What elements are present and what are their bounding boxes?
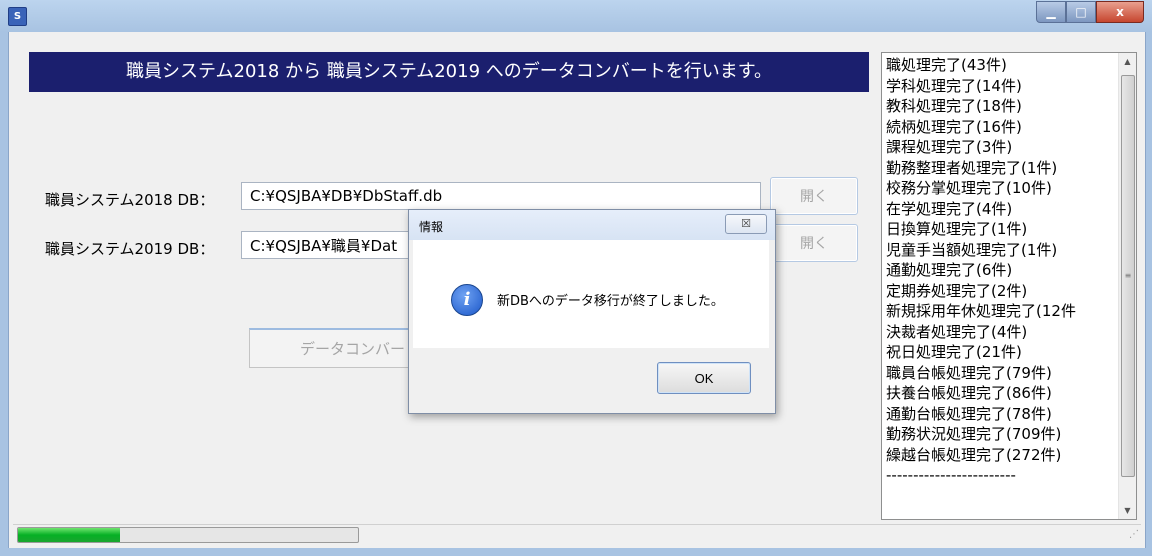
db2018-path-input[interactable] [241, 182, 761, 210]
db2018-label: 職員システム2018 DB： [45, 191, 215, 209]
close-button[interactable]: x [1096, 1, 1144, 23]
minimize-button[interactable]: ▁ [1036, 1, 1066, 23]
log-item[interactable]: 在学処理完了(4件) [886, 199, 1118, 220]
db2019-label: 職員システム2019 DB： [45, 240, 215, 258]
log-item[interactable]: 新規採用年休処理完了(12件 [886, 301, 1118, 322]
progress-fill [18, 528, 120, 542]
log-item[interactable]: 児童手当額処理完了(1件) [886, 240, 1118, 261]
log-item[interactable]: 扶養台帳処理完了(86件) [886, 383, 1118, 404]
scroll-down-icon[interactable]: ▼ [1119, 502, 1136, 519]
log-item[interactable]: 通勤処理完了(6件) [886, 260, 1118, 281]
resize-grip-icon[interactable]: ⋰ [1129, 529, 1139, 540]
info-icon: i [451, 284, 483, 316]
log-listbox[interactable]: 職処理完了(43件) 学科処理完了(14件) 教科処理完了(18件) 続柄処理完了(1… [881, 52, 1137, 520]
dialog-message: 新DBへのデータ移行が終了しました。 [497, 294, 724, 309]
scroll-thumb[interactable]: ≡ [1121, 75, 1135, 477]
dialog-close-button[interactable]: ☒ [725, 214, 767, 234]
log-scrollbar[interactable]: ▲ ≡ ▼ [1118, 53, 1136, 519]
log-list: 職処理完了(43件) 学科処理完了(14件) 教科処理完了(18件) 続柄処理完了(1… [886, 55, 1118, 515]
window-border-left [0, 32, 8, 556]
header-banner: 職員システム2018 から 職員システム2019 へのデータコンバートを行います… [29, 52, 869, 92]
dialog-title-bar[interactable]: 情報 ☒ [409, 210, 775, 240]
log-item[interactable]: 学科処理完了(14件) [886, 76, 1118, 97]
log-item[interactable]: 課程処理完了(3件) [886, 137, 1118, 158]
dialog-title: 情報 [419, 220, 444, 234]
log-item[interactable]: 職処理完了(43件) [886, 55, 1118, 76]
log-item[interactable]: 日換算処理完了(1件) [886, 219, 1118, 240]
log-item[interactable]: 続柄処理完了(16件) [886, 117, 1118, 138]
db2019-open-button[interactable]: 開く [770, 224, 858, 262]
log-item[interactable]: 決裁者処理完了(4件) [886, 322, 1118, 343]
log-item[interactable]: ------------------------ [886, 465, 1118, 486]
db2018-open-button[interactable]: 開く [770, 177, 858, 215]
status-bar: ⋰ [13, 524, 1141, 547]
log-item[interactable]: 定期券処理完了(2件) [886, 281, 1118, 302]
app-icon: S [8, 7, 27, 26]
dialog-ok-button[interactable]: OK [657, 362, 751, 394]
log-item[interactable]: 繰越台帳処理完了(272件) [886, 445, 1118, 466]
window-controls: ▁ □ x [1036, 1, 1144, 23]
log-item[interactable]: 勤務整理者処理完了(1件) [886, 158, 1118, 179]
scroll-up-icon[interactable]: ▲ [1119, 53, 1136, 70]
dialog-body: i 新DBへのデータ移行が終了しました。 [413, 240, 769, 348]
title-bar[interactable]: S ▁ □ x [0, 0, 1152, 33]
log-item[interactable]: 通勤台帳処理完了(78件) [886, 404, 1118, 425]
log-item[interactable]: 教科処理完了(18件) [886, 96, 1118, 117]
maximize-button[interactable]: □ [1066, 1, 1096, 23]
log-item[interactable]: 勤務状況処理完了(709件) [886, 424, 1118, 445]
log-item[interactable]: 祝日処理完了(21件) [886, 342, 1118, 363]
progress-bar [17, 527, 359, 543]
info-dialog: 情報 ☒ i 新DBへのデータ移行が終了しました。 OK [408, 209, 776, 414]
window-border-bottom [0, 548, 1152, 556]
log-item[interactable]: 校務分掌処理完了(10件) [886, 178, 1118, 199]
log-item[interactable]: 職員台帳処理完了(79件) [886, 363, 1118, 384]
